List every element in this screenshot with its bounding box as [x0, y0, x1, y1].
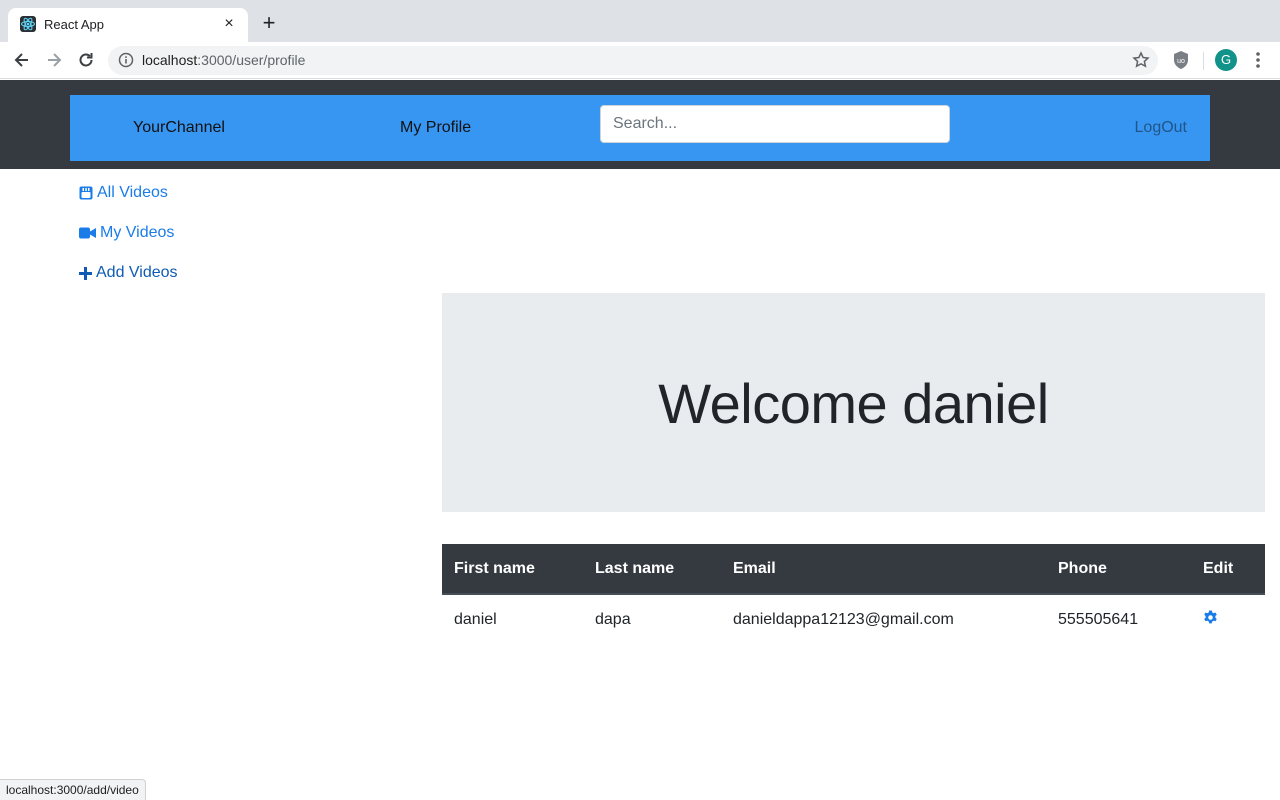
nav-my-profile-link[interactable]: My Profile: [400, 119, 471, 137]
url-host: localhost: [142, 52, 198, 68]
video-camera-icon: [79, 227, 96, 239]
reload-icon[interactable]: [76, 50, 96, 70]
tab-close-icon[interactable]: ×: [220, 15, 238, 33]
cell-phone: 555505641: [1058, 610, 1139, 628]
forward-arrow-icon[interactable]: [44, 50, 64, 70]
address-bar[interactable]: localhost:3000/user/profile: [108, 46, 1158, 75]
column-header-last-name: Last name: [583, 544, 721, 595]
sidebar-item-label: All Videos: [97, 184, 168, 201]
navbar: YourChannel My Profile LogOut: [70, 95, 1210, 161]
browser-tab[interactable]: React App ×: [8, 8, 248, 42]
kebab-menu-icon[interactable]: [1251, 50, 1265, 70]
react-logo-icon: [20, 16, 36, 32]
cell-first-name: daniel: [454, 610, 497, 628]
cell-email: danieldappa12123@gmail.com: [733, 610, 954, 628]
sidebar-item-label: Add Videos: [96, 264, 178, 281]
profile-avatar[interactable]: G: [1215, 49, 1237, 71]
new-tab-button[interactable]: +: [259, 12, 279, 34]
back-arrow-icon[interactable]: [12, 50, 32, 70]
sidebar-item-all-videos[interactable]: All Videos: [79, 184, 168, 202]
link-status-bar: localhost:3000/add/video: [0, 779, 146, 800]
cell-last-name: dapa: [595, 610, 631, 628]
nav-brand-link[interactable]: YourChannel: [133, 119, 225, 137]
sidebar-item-my-videos[interactable]: My Videos: [79, 224, 174, 242]
column-header-edit: Edit: [1191, 544, 1265, 595]
welcome-heading: Welcome daniel: [658, 372, 1049, 435]
browser-toolbar: localhost:3000/user/profile uo G: [0, 42, 1280, 79]
bookmark-star-icon[interactable]: [1132, 51, 1150, 69]
search-input[interactable]: [600, 105, 950, 143]
svg-text:uo: uo: [1177, 58, 1185, 65]
cell-edit: [1191, 594, 1265, 644]
gear-icon[interactable]: [1203, 609, 1218, 625]
youtube-icon: [79, 186, 93, 200]
profile-table: First name Last name Email Phone Edit da…: [442, 544, 1265, 644]
column-header-first-name: First name: [442, 544, 583, 595]
ublock-shield-icon[interactable]: uo: [1172, 50, 1190, 70]
browser-tabstrip: React App × +: [0, 0, 1280, 42]
logout-link[interactable]: LogOut: [1135, 119, 1187, 137]
sidebar-item-label: My Videos: [100, 224, 175, 241]
info-icon[interactable]: [118, 52, 134, 68]
url-text[interactable]: localhost:3000/user/profile: [142, 52, 305, 68]
url-path: :3000/user/profile: [197, 52, 306, 68]
welcome-jumbotron: Welcome daniel: [442, 293, 1265, 512]
toolbar-separator: [1203, 52, 1204, 70]
table-row: daniel dapa danieldappa12123@gmail.com 5…: [442, 594, 1265, 644]
column-header-email: Email: [721, 544, 1046, 595]
sidebar-item-add-videos[interactable]: Add Videos: [79, 264, 178, 282]
column-header-phone: Phone: [1046, 544, 1191, 595]
plus-icon: [79, 266, 92, 280]
tab-title: React App: [44, 17, 104, 32]
table-header-row: First name Last name Email Phone Edit: [442, 544, 1265, 595]
